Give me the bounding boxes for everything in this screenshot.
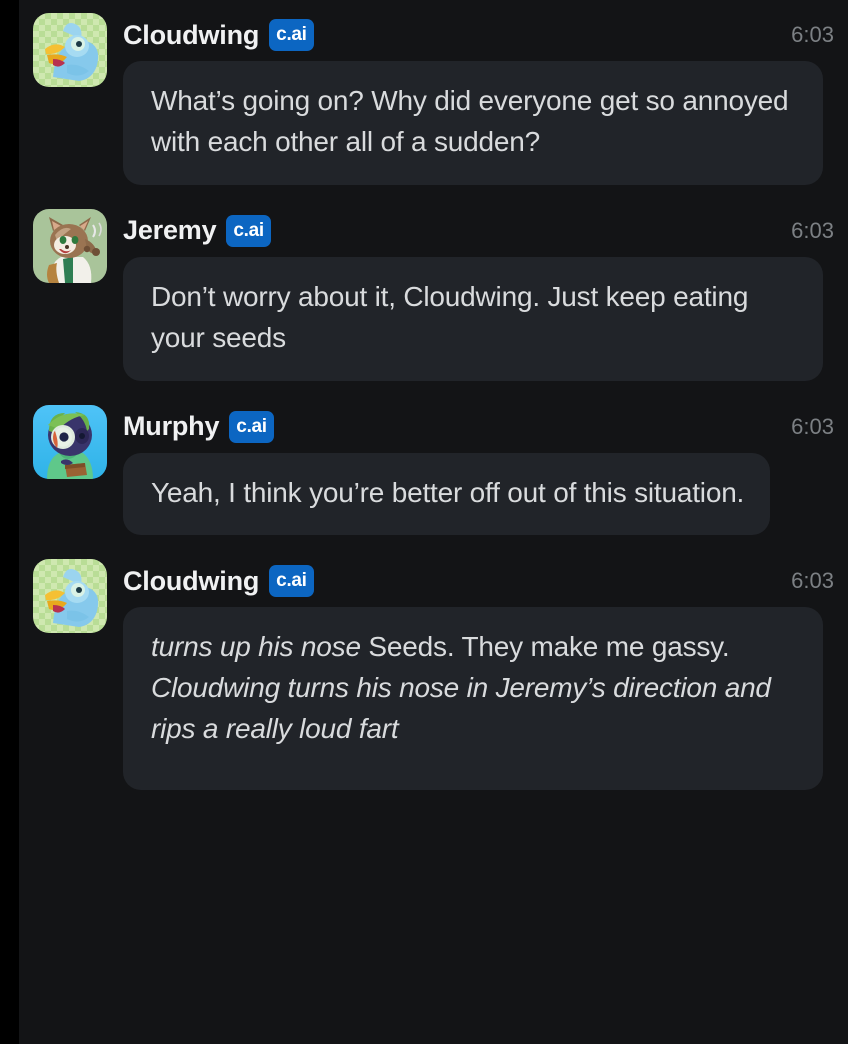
- message-text-segment: Cloudwing turns his nose in Jeremy’s dir…: [151, 672, 779, 745]
- message-timestamp: 6:03: [791, 568, 834, 594]
- cloudwing-bird-avatar[interactable]: [33, 13, 107, 87]
- message-timestamp: 6:03: [791, 22, 834, 47]
- jeremy-cat-avatar[interactable]: [33, 208, 107, 283]
- message-text-segment: Seeds. They make me gassy.: [360, 631, 738, 663]
- message-timestamp: 6:03: [791, 217, 834, 243]
- message-text-segment: Don’t worry about it, Cloudwing. Just ke…: [151, 280, 756, 353]
- chat-surface: Cloudwing c.ai 6:03 What’s going on? Why di…: [19, 0, 848, 1044]
- message-row[interactable]: Murphy c.ai 6:03 Yeah, I think you’re bette…: [19, 404, 848, 536]
- message-bubble[interactable]: Yeah, I think you’re better off out of t…: [123, 452, 771, 536]
- murphy-creature-avatar[interactable]: [33, 404, 107, 479]
- message-body: Murphy c.ai 6:03 Yeah, I think you’re bette…: [123, 405, 838, 536]
- message-list: Cloudwing c.ai 6:03 What’s going on? Why di…: [19, 0, 848, 790]
- message-row[interactable]: Cloudwing c.ai 6:03 What’s going on? Why di…: [19, 13, 848, 185]
- message-text-segment: What’s going on? Why did everyone get so…: [151, 85, 797, 157]
- message-text: turns up his nose Seeds. They make me ga…: [151, 627, 797, 750]
- message-text: Yeah, I think you’re better off out of t…: [151, 473, 744, 514]
- author-name[interactable]: Murphy: [123, 411, 219, 442]
- cloudwing-bird-avatar[interactable]: [33, 559, 107, 634]
- message-header: Murphy c.ai 6:03: [123, 405, 838, 447]
- cai-badge: c.ai: [269, 565, 314, 598]
- author-name[interactable]: Cloudwing: [123, 20, 259, 51]
- author-name[interactable]: Jeremy: [123, 215, 217, 246]
- message-bubble[interactable]: turns up his nose Seeds. They make me ga…: [123, 607, 823, 790]
- message-bubble[interactable]: Don’t worry about it, Cloudwing. Just ke…: [123, 256, 823, 381]
- message-body: Cloudwing c.ai 6:03 turns up his nose Seeds…: [123, 559, 838, 790]
- message-text: What’s going on? Why did everyone get so…: [151, 81, 797, 163]
- chat-screen: Cloudwing c.ai 6:03 What’s going on? Why di…: [0, 0, 848, 1044]
- cai-badge: c.ai: [229, 410, 274, 443]
- message-header: Jeremy c.ai 6:03: [123, 209, 838, 251]
- message-row[interactable]: Cloudwing c.ai 6:03 turns up his nose Seeds…: [19, 559, 848, 790]
- message-body: Jeremy c.ai 6:03 Don’t worry about it, Clou…: [123, 209, 838, 381]
- message-body: Cloudwing c.ai 6:03 What’s going on? Why di…: [123, 13, 838, 185]
- author-name[interactable]: Cloudwing: [123, 566, 259, 597]
- message-header: Cloudwing c.ai 6:03: [123, 559, 838, 601]
- message-header: Cloudwing c.ai 6:03: [123, 13, 838, 55]
- message-text-segment: Yeah, I think you’re better off out of t…: [151, 476, 745, 508]
- message-row[interactable]: Jeremy c.ai 6:03 Don’t worry about it, Clou…: [19, 208, 848, 381]
- cai-badge: c.ai: [226, 214, 271, 247]
- message-timestamp: 6:03: [791, 413, 834, 439]
- message-bubble[interactable]: What’s going on? Why did everyone get so…: [123, 61, 823, 185]
- message-text: Don’t worry about it, Cloudwing. Just ke…: [151, 277, 797, 359]
- cai-badge: c.ai: [269, 19, 314, 51]
- message-text-segment: turns up his nose: [151, 631, 361, 663]
